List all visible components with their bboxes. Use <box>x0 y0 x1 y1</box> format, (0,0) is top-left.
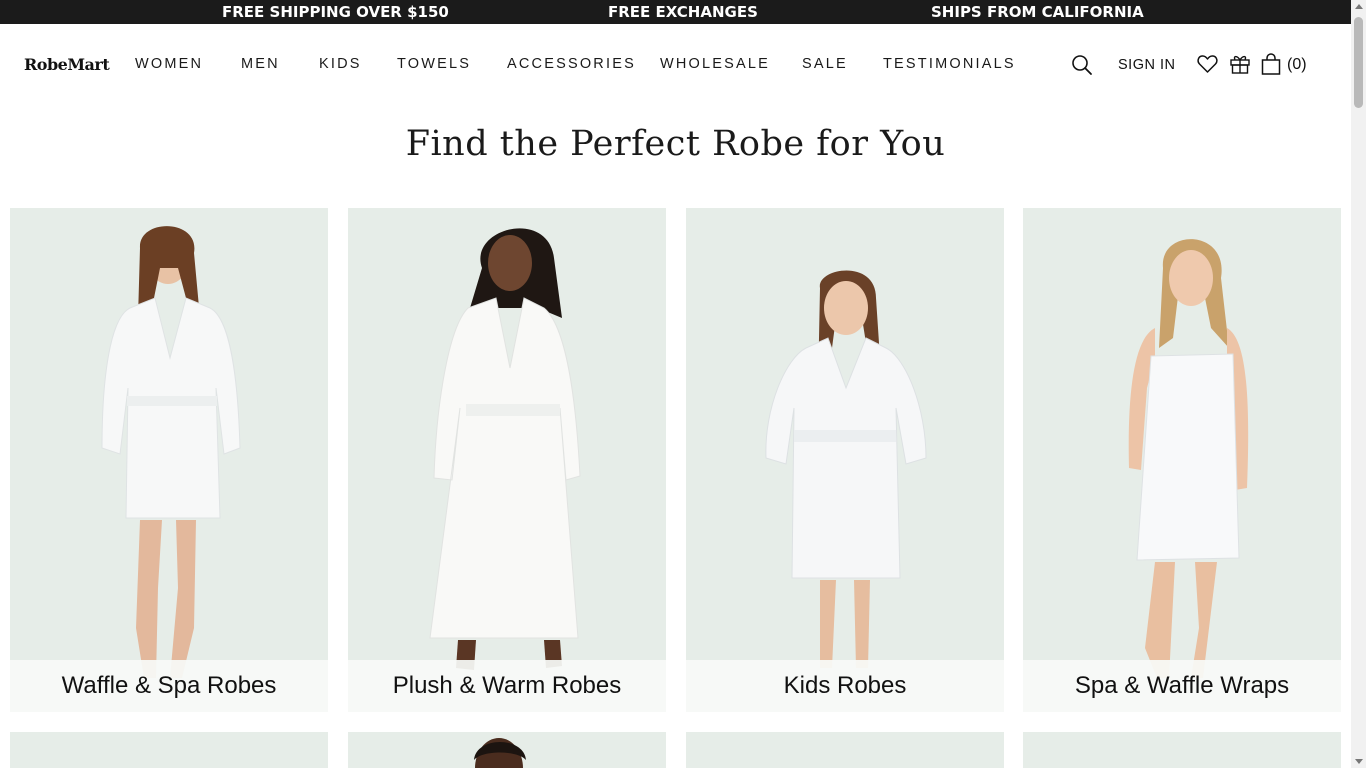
page-title: Find the Perfect Robe for You <box>405 124 946 164</box>
man-head-image <box>474 738 526 768</box>
announcement-free-shipping: FREE SHIPPING OVER $150 <box>222 3 449 21</box>
category-label: Kids Robes <box>686 660 1004 712</box>
cart-count[interactable]: (0) <box>1287 56 1307 74</box>
nav-women[interactable]: WOMEN <box>135 56 203 72</box>
nav-sale[interactable]: SALE <box>802 56 848 72</box>
nav-accessories[interactable]: ACCESSORIES <box>507 56 636 72</box>
site-header: RobeMart WOMEN MEN KIDS TOWELS ACCESSORI… <box>0 24 1351 104</box>
category-tile[interactable] <box>1023 732 1341 768</box>
page-scrollbar[interactable] <box>1351 0 1366 768</box>
scroll-up-arrow-icon[interactable] <box>1355 4 1363 9</box>
heart-icon[interactable] <box>1197 54 1218 79</box>
category-tile[interactable] <box>348 732 666 768</box>
category-label: Plush & Warm Robes <box>348 660 666 712</box>
category-tile-plush-warm-robes[interactable]: Plush & Warm Robes <box>348 208 666 712</box>
nav-men[interactable]: MEN <box>241 56 280 72</box>
woman-waffle-robe-image <box>101 226 241 678</box>
girl-kids-robe-image <box>765 270 927 668</box>
sign-in-link[interactable]: SIGN IN <box>1118 57 1175 73</box>
nav-kids[interactable]: KIDS <box>319 56 362 72</box>
woman-spa-wrap-image <box>1128 239 1249 678</box>
scroll-down-arrow-icon[interactable] <box>1355 759 1363 764</box>
category-tile-spa-waffle-wraps[interactable]: Spa & Waffle Wraps <box>1023 208 1341 712</box>
category-tile[interactable] <box>686 732 1004 768</box>
announcement-ships-from: SHIPS FROM CALIFORNIA <box>931 3 1144 21</box>
nav-testimonials[interactable]: TESTIMONIALS <box>883 56 1016 72</box>
site-logo[interactable]: RobeMart <box>24 55 110 74</box>
scroll-thumb[interactable] <box>1354 17 1363 108</box>
category-label: Waffle & Spa Robes <box>10 660 328 712</box>
category-tile[interactable] <box>10 732 328 768</box>
category-tile-kids-robes[interactable]: Kids Robes <box>686 208 1004 712</box>
announcement-free-exchanges: FREE EXCHANGES <box>608 3 758 21</box>
bag-icon[interactable] <box>1261 53 1281 80</box>
search-icon[interactable] <box>1071 54 1093 81</box>
nav-towels[interactable]: TOWELS <box>397 56 471 72</box>
nav-wholesale[interactable]: WHOLESALE <box>660 56 770 72</box>
woman-plush-robe-image <box>429 228 581 670</box>
announcement-bar: FREE SHIPPING OVER $150 FREE EXCHANGES S… <box>0 0 1351 24</box>
gift-icon[interactable] <box>1229 53 1251 80</box>
category-label: Spa & Waffle Wraps <box>1023 660 1341 712</box>
category-tile-waffle-spa-robes[interactable]: Waffle & Spa Robes <box>10 208 328 712</box>
